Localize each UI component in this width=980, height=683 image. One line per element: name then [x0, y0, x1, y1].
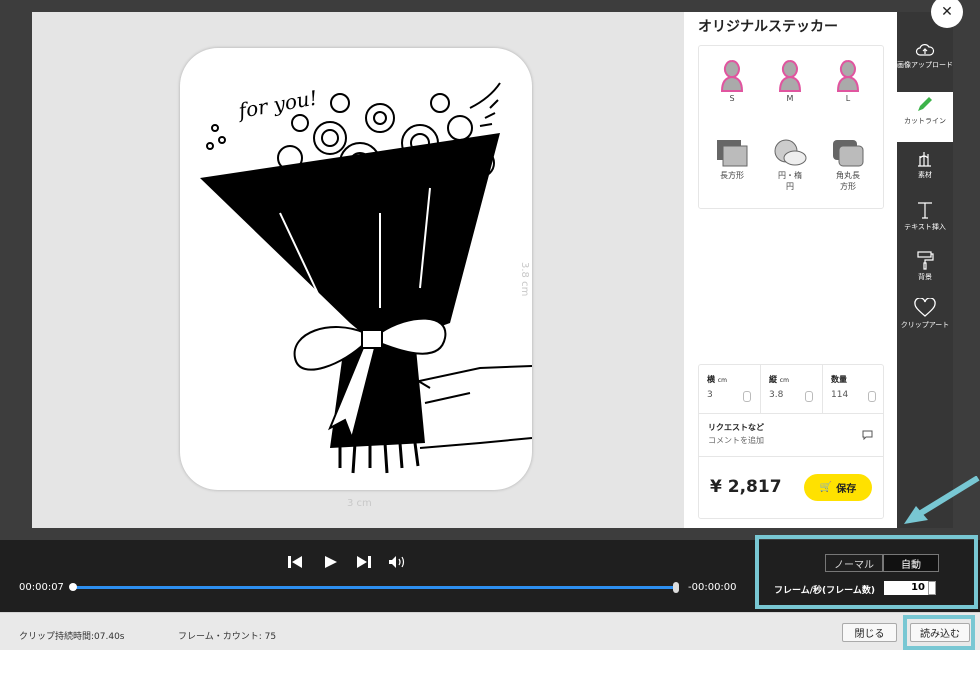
shape-rounded-rect-option[interactable]: 角丸長方形	[823, 132, 873, 192]
tool-image-upload[interactable]: 画像アップロード	[897, 38, 953, 88]
tool-sidebar: 画像アップロード カットライン 素材 テキスト挿入 背景 クリップアート	[897, 12, 953, 528]
shape-rectangle-option[interactable]: 長方形	[707, 132, 757, 181]
skip-forward-button[interactable]	[356, 554, 372, 573]
cart-icon: 🛒	[819, 482, 833, 493]
size-l-option[interactable]: L	[823, 56, 873, 103]
quantity-field-label: 数量	[831, 375, 847, 384]
request-comment-field[interactable]: リクエストなど コメントを追加	[699, 413, 883, 457]
tool-label: クリップアート	[900, 321, 950, 329]
comment-icon	[862, 430, 873, 440]
skip-forward-icon	[357, 556, 371, 568]
fps-input[interactable]: 10	[884, 581, 928, 595]
timeline-track[interactable]	[72, 586, 678, 589]
mode-auto-button[interactable]: 自動	[883, 554, 939, 572]
save-button[interactable]: 🛒 保存	[804, 474, 872, 501]
height-field[interactable]: 縦 cm 3.8	[761, 365, 823, 413]
order-box: 横 cm 3 縦 cm 3.8 数量 114 リクエストなど コメントを追加 ¥…	[698, 364, 884, 519]
fps-label: フレーム/秒(フレーム数)	[774, 586, 875, 596]
annotation-arrow-icon	[904, 476, 980, 524]
tool-cut-line[interactable]: カットライン	[897, 92, 953, 142]
person-silhouette-icon	[823, 56, 873, 92]
bouquet-illustration: for you!	[200, 82, 532, 474]
size-l-label: L	[845, 94, 851, 103]
height-field-unit: cm	[779, 377, 789, 384]
shape-label: 円・楕円	[778, 171, 802, 191]
request-placeholder: コメントを追加	[708, 436, 764, 445]
fps-stepper[interactable]	[928, 581, 936, 595]
tool-label: 背景	[918, 273, 932, 281]
tool-label: 素材	[918, 171, 932, 179]
size-m-label: M	[786, 94, 794, 103]
height-field-label: 縦	[769, 375, 777, 384]
shape-circle-option[interactable]: 円・楕円	[765, 132, 815, 192]
size-s-option[interactable]: S	[707, 56, 757, 103]
quantity-stepper[interactable]	[868, 391, 876, 402]
rectangle-icon	[707, 132, 757, 168]
close-button[interactable]: 閉じる	[842, 623, 897, 642]
footer-bar: クリップ持続時間:07.40s フレーム・カウント: 75 閉じる 読み込む	[0, 612, 980, 650]
volume-icon	[389, 556, 405, 568]
height-stepper[interactable]	[805, 391, 813, 402]
save-button-label: 保存	[836, 484, 857, 495]
panel-title: オリジナルステッカー	[698, 19, 838, 35]
circle-icon	[765, 132, 815, 168]
cut-shape-box: S M L 長方形 円・楕円 角丸長方形	[698, 45, 884, 209]
width-dimension-label: 3 cm	[347, 498, 372, 509]
skip-back-icon	[288, 556, 302, 568]
width-field-value: 3	[707, 390, 713, 400]
text-icon	[918, 202, 932, 219]
frame-count: フレーム・カウント: 75	[178, 632, 277, 642]
play-button[interactable]	[324, 554, 338, 573]
height-dimension-label: 3.8 cm	[519, 262, 530, 297]
tool-label: テキスト挿入	[904, 223, 946, 231]
person-silhouette-icon	[765, 56, 815, 92]
price-display: ¥ 2,817	[710, 477, 782, 497]
pencil-icon	[918, 97, 932, 111]
tool-label: 画像アップロード	[897, 61, 953, 69]
tool-background[interactable]: 背景	[897, 246, 953, 296]
material-icon	[918, 152, 931, 167]
close-icon: ✕	[941, 4, 953, 20]
shape-label: 角丸長方形	[836, 171, 860, 191]
height-field-value: 3.8	[769, 390, 784, 400]
mode-normal-button[interactable]: ノーマル	[825, 554, 883, 572]
cloud-upload-icon	[915, 44, 935, 56]
quantity-field[interactable]: 数量 114	[823, 365, 885, 413]
heart-icon	[914, 298, 936, 317]
width-field-unit: cm	[717, 377, 727, 384]
size-m-option[interactable]: M	[765, 56, 815, 103]
clip-duration: クリップ持続時間:07.40s	[19, 632, 125, 642]
tool-material[interactable]: 素材	[897, 144, 953, 194]
volume-button[interactable]	[388, 554, 408, 573]
person-silhouette-icon	[707, 56, 757, 92]
shape-label: 長方形	[720, 171, 744, 180]
timeline-start-handle[interactable]	[69, 583, 77, 591]
quantity-field-value: 114	[831, 390, 849, 400]
current-time: 00:00:07	[19, 582, 64, 593]
load-button-highlight	[903, 615, 975, 650]
width-field-label: 横	[707, 375, 715, 384]
screenshot-root: for you! 3 cm 3.8 cm オリジナルステッカー S M L 長方…	[0, 0, 980, 683]
skip-back-button[interactable]	[287, 554, 303, 573]
tool-text-insert[interactable]: テキスト挿入	[897, 196, 953, 246]
tool-label: カットライン	[904, 117, 946, 125]
size-s-label: S	[729, 94, 735, 103]
width-field[interactable]: 横 cm 3	[699, 365, 761, 413]
tool-clipart[interactable]: クリップアート	[897, 294, 953, 344]
sticker-settings-panel: オリジナルステッカー S M L 長方形 円・楕円 角丸長方形 横 cm 3 縦…	[684, 12, 897, 528]
width-stepper[interactable]	[743, 391, 751, 402]
timeline-playhead[interactable]	[673, 582, 679, 593]
paint-roller-icon	[917, 251, 934, 270]
play-icon	[325, 556, 337, 568]
frame-settings-highlight	[755, 535, 978, 609]
remaining-time: -00:00:00	[688, 582, 737, 593]
request-title: リクエストなど	[708, 423, 764, 432]
rounded-rect-icon	[823, 132, 873, 168]
sticker-preview[interactable]: for you!	[180, 48, 532, 490]
